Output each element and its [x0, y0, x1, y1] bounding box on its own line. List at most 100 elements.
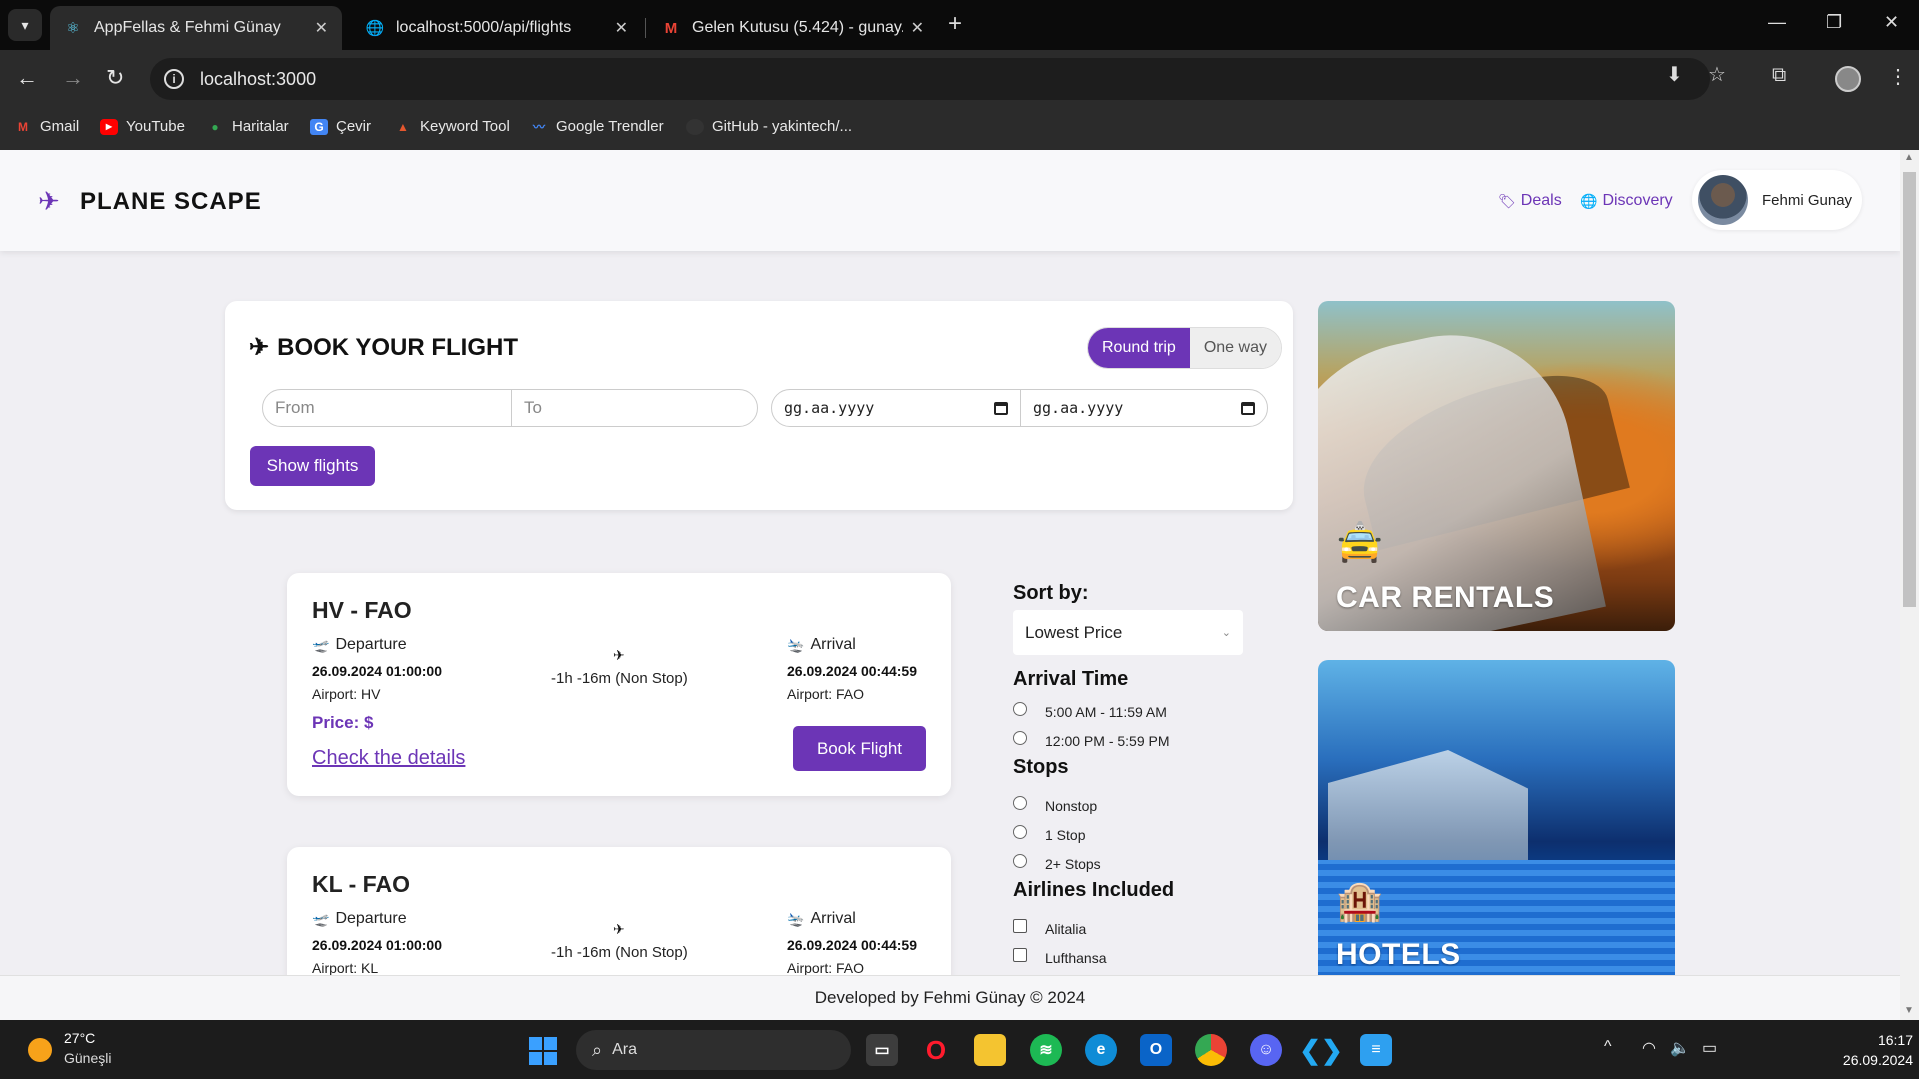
- chrome-icon[interactable]: [1195, 1034, 1227, 1066]
- radio-button[interactable]: [1013, 825, 1027, 839]
- option-label: 12:00 PM - 5:59 PM: [1045, 733, 1170, 749]
- clock-time[interactable]: 16:17: [1853, 1032, 1913, 1048]
- volume-icon[interactable]: 🔈: [1670, 1038, 1690, 1058]
- bookmark-google-trends[interactable]: 〰 Google Trendler: [530, 118, 664, 135]
- stops-option[interactable]: Nonstop: [1013, 796, 1097, 814]
- nav-discovery[interactable]: 🌐 Discovery: [1580, 192, 1673, 210]
- browser-menu-icon[interactable]: ⋮: [1888, 64, 1908, 89]
- one-way-option[interactable]: One way: [1189, 328, 1281, 368]
- task-view-icon[interactable]: ▭: [866, 1034, 898, 1066]
- arrival-option[interactable]: 12:00 PM - 5:59 PM: [1013, 731, 1170, 749]
- minimize-button[interactable]: —: [1768, 12, 1786, 33]
- arrival-option[interactable]: 5:00 AM - 11:59 AM: [1013, 702, 1167, 720]
- bookmark-github[interactable]: GitHub - yakintech/...: [686, 118, 852, 135]
- departure-date-input[interactable]: gg.aa.yyyy: [772, 390, 1020, 426]
- battery-icon[interactable]: ▭: [1702, 1038, 1717, 1058]
- close-icon[interactable]: ✕: [911, 18, 924, 38]
- maps-icon: ●: [211, 119, 219, 134]
- vscode-icon[interactable]: ❮❯: [1299, 1034, 1343, 1066]
- temperature[interactable]: 27°C: [64, 1030, 95, 1046]
- airline-option[interactable]: Lufthansa: [1013, 948, 1107, 966]
- bookmark-maps[interactable]: ● Haritalar: [206, 118, 288, 135]
- taskbar-search[interactable]: ⌕ Ara: [576, 1030, 851, 1070]
- round-trip-option[interactable]: Round trip: [1088, 328, 1190, 368]
- tab-gmail[interactable]: M Gelen Kutusu (5.424) - gunay.fe ✕: [648, 6, 938, 50]
- stops-option[interactable]: 1 Stop: [1013, 825, 1085, 843]
- outlook-icon[interactable]: O: [1140, 1034, 1172, 1066]
- checkbox[interactable]: [1013, 919, 1027, 933]
- radio-button[interactable]: [1013, 854, 1027, 868]
- departure-time: 26.09.2024 01:00:00: [312, 663, 442, 679]
- arrival-time-heading: Arrival Time: [1013, 668, 1129, 690]
- arrival-time: 26.09.2024 00:44:59: [787, 663, 917, 679]
- car-rentals-tile[interactable]: 🚖 CAR RENTALS: [1318, 301, 1675, 631]
- booking-form: ✈ BOOK YOUR FLIGHT Round trip One way Fr…: [225, 301, 1293, 510]
- hotel-building-image: [1328, 750, 1528, 860]
- url-text: localhost:3000: [200, 68, 317, 89]
- check-details-link[interactable]: Check the details: [312, 747, 465, 770]
- bookmark-translate[interactable]: G Çevir: [310, 118, 371, 135]
- browser-profile-avatar[interactable]: [1835, 66, 1861, 92]
- bookmark-keyword-tool[interactable]: ▲ Keyword Tool: [394, 118, 510, 135]
- to-input[interactable]: To: [511, 390, 757, 426]
- windows-start-icon[interactable]: [529, 1037, 557, 1065]
- weather-condition[interactable]: Güneşli: [64, 1050, 111, 1066]
- chevron-up-icon[interactable]: ^: [1604, 1038, 1612, 1056]
- return-date-input[interactable]: gg.aa.yyyy: [1020, 390, 1267, 426]
- new-tab-button[interactable]: +: [948, 12, 962, 36]
- address-bar[interactable]: i localhost:3000: [150, 58, 1710, 100]
- extensions-icon[interactable]: ⧉: [1772, 64, 1786, 87]
- page-scrollbar[interactable]: ▲ ▼: [1900, 150, 1919, 1020]
- calendar-icon[interactable]: [1241, 401, 1255, 415]
- forward-button[interactable]: →: [62, 65, 84, 91]
- file-explorer-icon[interactable]: [974, 1034, 1006, 1066]
- restore-button[interactable]: ❐: [1826, 12, 1842, 33]
- arrival-airport: Airport: FAO: [787, 960, 865, 976]
- discord-icon[interactable]: ☺: [1250, 1034, 1282, 1066]
- airline-option[interactable]: Alitalia: [1013, 919, 1086, 937]
- reload-button[interactable]: ↻: [106, 65, 124, 91]
- tab-appfellas[interactable]: ⚛ AppFellas & Fehmi Günay ✕: [50, 6, 342, 50]
- bookmark-youtube[interactable]: ▶ YouTube: [100, 118, 185, 135]
- departure-label: 🛫 Departure: [312, 910, 407, 928]
- close-window-button[interactable]: ✕: [1884, 12, 1899, 33]
- close-icon[interactable]: ✕: [615, 18, 628, 38]
- logo-text[interactable]: PLANE SCAPE: [80, 188, 262, 216]
- book-flight-button[interactable]: Book Flight: [793, 726, 926, 771]
- nav-deals[interactable]: 🏷 Deals: [1498, 192, 1562, 210]
- bookmark-star-icon[interactable]: ☆: [1708, 62, 1726, 87]
- show-flights-button[interactable]: Show flights: [250, 446, 375, 486]
- scroll-up-arrow-icon[interactable]: ▲: [1904, 152, 1914, 163]
- avatar: [1698, 175, 1748, 225]
- tab-api-flights[interactable]: 🌐 localhost:5000/api/flights ✕: [352, 6, 642, 50]
- close-icon[interactable]: ✕: [315, 18, 328, 38]
- sort-select[interactable]: Lowest Price ⌄: [1013, 610, 1243, 655]
- spotify-icon[interactable]: ≋: [1030, 1034, 1062, 1066]
- date-placeholder: gg.aa.yyyy: [784, 399, 875, 417]
- tab-search-button[interactable]: ▾: [8, 9, 42, 41]
- wifi-icon[interactable]: ◠: [1642, 1038, 1656, 1058]
- sun-icon[interactable]: [28, 1038, 52, 1062]
- hotels-tile[interactable]: 🏨 HOTELS: [1318, 660, 1675, 990]
- install-app-icon[interactable]: ⬇: [1666, 62, 1683, 87]
- opera-icon[interactable]: O: [920, 1034, 952, 1066]
- edge-icon[interactable]: e: [1085, 1034, 1117, 1066]
- back-button[interactable]: ←: [16, 65, 38, 91]
- clock-date[interactable]: 26.09.2024: [1833, 1052, 1913, 1068]
- user-profile[interactable]: Fehmi Gunay: [1692, 170, 1862, 230]
- checkbox[interactable]: [1013, 948, 1027, 962]
- calendar-icon[interactable]: [994, 401, 1008, 415]
- notepad-icon[interactable]: ≡: [1360, 1034, 1392, 1066]
- arrival-airport: Airport: FAO: [787, 686, 865, 702]
- scrollbar-thumb[interactable]: [1903, 172, 1916, 607]
- radio-button[interactable]: [1013, 731, 1027, 745]
- radio-button[interactable]: [1013, 796, 1027, 810]
- stops-option[interactable]: 2+ Stops: [1013, 854, 1101, 872]
- scroll-down-arrow-icon[interactable]: ▼: [1904, 1005, 1914, 1016]
- radio-button[interactable]: [1013, 702, 1027, 716]
- from-input[interactable]: From: [263, 390, 511, 426]
- bookmark-gmail[interactable]: M Gmail: [14, 118, 79, 135]
- option-label: 5:00 AM - 11:59 AM: [1045, 704, 1167, 720]
- site-info-icon[interactable]: i: [164, 69, 184, 89]
- tab-divider: [645, 18, 646, 38]
